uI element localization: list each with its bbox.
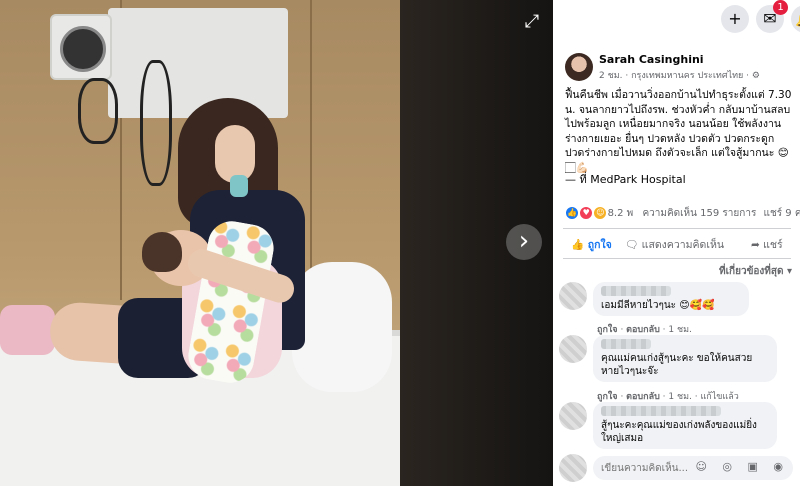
comment-icon: 🗨 bbox=[625, 239, 642, 251]
next-photo-button[interactable]: › bbox=[506, 224, 542, 260]
plus-icon: + bbox=[728, 9, 742, 28]
comment-meta: ถูกใจ · ตอบกลับ · 1 ชม. bbox=[597, 325, 692, 335]
chevron-right-icon: › bbox=[518, 226, 530, 256]
comment-reply-link[interactable]: ตอบกลับ bbox=[626, 325, 660, 335]
comment-like-link[interactable]: ถูกใจ bbox=[597, 392, 618, 402]
author-name[interactable]: Sarah Casinghini bbox=[599, 53, 704, 66]
reactions-row: 👍 ♥ ☺ 8.2 พ ความคิดเห็น 159 รายการ แชร์ … bbox=[565, 206, 800, 222]
commenter-avatar[interactable] bbox=[559, 282, 587, 310]
divider bbox=[563, 228, 791, 229]
top-bar: + ✉ 1 🔔 bbox=[553, 0, 800, 38]
post-text: ฟื้นคืนชีพ เมื่อวานวิ่งออกบ้านไปทำธุระตั… bbox=[565, 89, 792, 174]
share-button[interactable]: ➦ แชร์ bbox=[751, 236, 783, 253]
notifications-button[interactable]: 🔔 bbox=[791, 5, 800, 33]
photo-viewer: ⤢ › bbox=[0, 0, 553, 486]
expand-icon[interactable]: ⤢ bbox=[520, 10, 544, 34]
comment-button[interactable]: 🗨 แสดงความคิดเห็น bbox=[625, 236, 724, 253]
reactions-count[interactable]: 8.2 พ bbox=[608, 208, 634, 219]
comments-count[interactable]: ความคิดเห็น 159 รายการ bbox=[642, 208, 756, 219]
bell-icon: 🔔 bbox=[795, 9, 800, 28]
care-reaction-icon: ☺ bbox=[593, 206, 608, 220]
commenter-name-redacted[interactable] bbox=[601, 339, 651, 349]
thumbs-up-icon: 👍 bbox=[571, 239, 588, 251]
comment-time: 1 ชม. bbox=[668, 325, 692, 335]
commenter-avatar[interactable] bbox=[559, 335, 587, 363]
pink-cloth bbox=[0, 305, 55, 355]
comment-text: สู้ๆนะคะคุณแม่ของเก่งพลังของแม่ยิ่งใหญ่เ… bbox=[601, 420, 757, 444]
coiled-cord bbox=[78, 78, 118, 144]
pillow bbox=[292, 262, 392, 392]
otoscope-cord bbox=[140, 60, 172, 186]
comment-sort-dropdown[interactable]: ที่เกี่ยวข้องที่สุด ▾ bbox=[719, 264, 792, 279]
comment-text: เอมมีลีหายไวๆนะ 😊🥰🥰 bbox=[601, 300, 715, 311]
share-icon: ➦ bbox=[751, 239, 764, 251]
wall-panel-line bbox=[310, 0, 312, 300]
comment-label: แสดงความคิดเห็น bbox=[641, 239, 725, 251]
reaction-icons[interactable]: 👍 ♥ ☺ bbox=[565, 206, 608, 220]
divider bbox=[563, 258, 791, 259]
current-user-avatar bbox=[559, 454, 587, 482]
comment-bubble: เอมมีลีหายไวๆนะ 😊🥰🥰 bbox=[593, 282, 749, 316]
like-reaction-icon: 👍 bbox=[565, 206, 579, 220]
author-avatar[interactable] bbox=[565, 53, 593, 81]
comment-bubble: คุณแม่คนเก่งสู้ๆนะคะ ขอให้คนสวยหายไวๆนะจ… bbox=[593, 335, 777, 382]
comment-time: 1 ชม. · แก้ไขแล้ว bbox=[668, 392, 739, 402]
notification-badge: 1 bbox=[773, 0, 788, 15]
gauge-dial bbox=[60, 26, 106, 72]
messenger-button[interactable]: ✉ 1 bbox=[756, 0, 788, 33]
post-header: Sarah Casinghini 2 ชม. · กรุงเทพมหานคร ป… bbox=[565, 53, 795, 83]
commenter-avatar[interactable] bbox=[559, 402, 587, 430]
post-meta: 2 ชม. · กรุงเทพมหานคร ประเทศไทย · ⚙ bbox=[599, 71, 760, 81]
comment-reply-link[interactable]: ตอบกลับ bbox=[626, 392, 660, 402]
commenter-name-redacted[interactable] bbox=[601, 406, 721, 416]
comment-like-link[interactable]: ถูกใจ bbox=[597, 325, 618, 335]
create-button[interactable]: + bbox=[721, 5, 749, 33]
baby-head bbox=[142, 232, 182, 272]
like-label: ถูกใจ bbox=[587, 239, 612, 251]
commenter-name-redacted[interactable] bbox=[601, 286, 671, 296]
comment-bubble: สู้ๆนะคะคุณแม่ของเก่งพลังของแม่ยิ่งใหญ่เ… bbox=[593, 402, 777, 449]
post-actions: 👍 ถูกใจ 🗨 แสดงความคิดเห็น ➦ แชร์ bbox=[565, 236, 795, 254]
post-photo bbox=[0, 0, 400, 486]
composer-icons[interactable]: ☺ ◎ ▣ ◉ bbox=[695, 460, 789, 473]
love-reaction-icon: ♥ bbox=[579, 206, 594, 220]
comment-meta: ถูกใจ · ตอบกลับ · 1 ชม. · แก้ไขแล้ว bbox=[597, 392, 739, 402]
post-panel: + ✉ 1 🔔 Sarah Casinghini 2 ชม. · กรุงเทพ… bbox=[553, 0, 800, 486]
post-location[interactable]: — ที่ MedPark Hospital bbox=[565, 170, 686, 188]
comment-composer: ☺ ◎ ▣ ◉ bbox=[559, 454, 795, 482]
like-button[interactable]: 👍 ถูกใจ bbox=[571, 236, 612, 253]
share-label: แชร์ bbox=[763, 239, 783, 251]
medical-wall-unit bbox=[108, 8, 288, 118]
face-mask bbox=[230, 175, 248, 197]
comment-text: คุณแม่คนเก่งสู้ๆนะคะ ขอให้คนสวยหายไวๆนะจ… bbox=[601, 353, 753, 377]
shares-count[interactable]: แชร์ 9 ครั้ง bbox=[764, 208, 800, 219]
blood-pressure-monitor bbox=[50, 14, 112, 80]
